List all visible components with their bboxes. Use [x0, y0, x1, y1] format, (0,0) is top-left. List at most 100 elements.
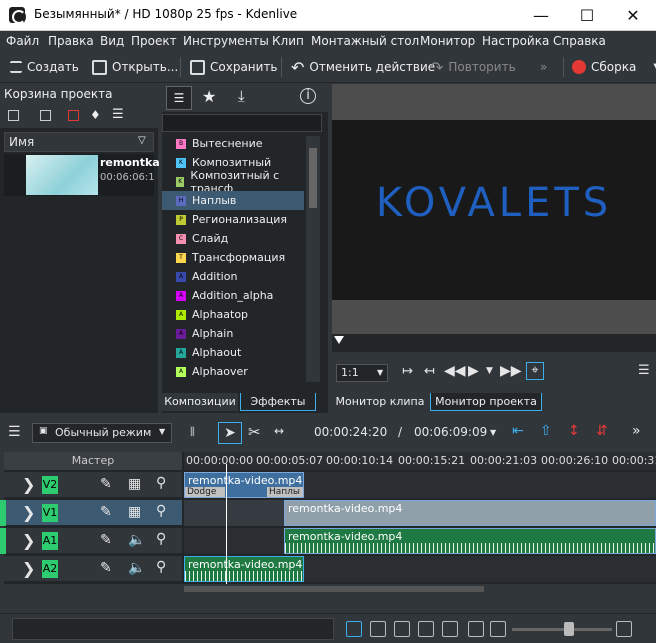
- effects-list-item[interactable]: H Наплыв: [162, 191, 304, 210]
- speaker-icon[interactable]: 🔈: [128, 532, 145, 548]
- expand-icon[interactable]: ❯: [22, 559, 35, 578]
- bin-clip-row[interactable]: remontka 00:06:06:1: [4, 154, 160, 196]
- tag-icon[interactable]: ♦: [90, 108, 101, 122]
- clip-a2[interactable]: remontka-video.mp4: [184, 556, 304, 582]
- expand-icon[interactable]: ❯: [22, 475, 35, 494]
- effects-list-item[interactable]: AAlphaxor: [162, 381, 304, 384]
- playhead[interactable]: [226, 464, 227, 584]
- toolbar-overflow-icon[interactable]: »: [540, 56, 547, 78]
- timeline-overflow-icon[interactable]: »: [632, 423, 641, 439]
- effects-list-item[interactable]: A Addition_alpha: [162, 286, 304, 305]
- zoom-in-icon[interactable]: [616, 621, 632, 637]
- expand-icon[interactable]: ❯: [22, 503, 35, 522]
- composite-icon[interactable]: [346, 621, 362, 637]
- master-button[interactable]: Мастер: [4, 452, 182, 470]
- new-button[interactable]: Создать: [10, 56, 79, 78]
- redo-button[interactable]: ↷ Повторить: [430, 56, 516, 78]
- film-icon[interactable]: [370, 621, 386, 637]
- render-button[interactable]: Сборка ▼: [572, 56, 656, 78]
- edit-mode-select[interactable]: ▣ Обычный режим ▼: [32, 423, 172, 443]
- composition-dissolve[interactable]: Наплы: [267, 487, 303, 497]
- effects-list-item[interactable]: K Композитный с трансф: [162, 169, 304, 195]
- composition-dodge[interactable]: Dodge: [185, 487, 225, 497]
- effects-scrollbar[interactable]: [306, 136, 320, 382]
- timeline-ruler[interactable]: 00:00:00:00 00:00:05:07 00:00:10:14 00:0…: [184, 452, 656, 470]
- effects-list-item[interactable]: C Слайд: [162, 229, 304, 248]
- effect-wand-icon[interactable]: ✎: [100, 560, 112, 576]
- cut-tool-icon[interactable]: ✂: [248, 423, 261, 441]
- lock-icon[interactable]: ⚲: [156, 559, 166, 575]
- zoom-select[interactable]: 1:1 ▼: [336, 364, 388, 382]
- effects-list-item[interactable]: A Alphain: [162, 324, 304, 343]
- rewind-icon[interactable]: ◀◀: [444, 363, 466, 379]
- save-button[interactable]: Сохранить: [190, 56, 278, 78]
- playhead-marker-icon[interactable]: [334, 336, 344, 344]
- clip-v2[interactable]: remontka-video.mp4 Dodge Наплы: [184, 472, 304, 498]
- extract-icon[interactable]: ↕: [568, 423, 580, 439]
- video-film-icon[interactable]: ▦: [128, 476, 141, 492]
- trash-icon[interactable]: [68, 110, 79, 121]
- info-icon[interactable]: i: [300, 88, 316, 104]
- menu-edit[interactable]: Правка: [48, 34, 94, 48]
- insert-icon[interactable]: ⇤: [512, 423, 524, 439]
- track-header-a2[interactable]: ❯ A2 ✎ 🔈 ⚲: [4, 556, 182, 582]
- minimize-button[interactable]: —: [518, 0, 564, 31]
- menu-clip[interactable]: Клип: [272, 34, 304, 48]
- clip-v1[interactable]: remontka-video.mp4: [284, 500, 656, 526]
- flag-icon[interactable]: [418, 621, 434, 637]
- track-header-v2[interactable]: ❯ V2 ✎ ▦ ⚲: [4, 472, 182, 498]
- menu-icon[interactable]: ☰: [638, 363, 650, 378]
- download-icon[interactable]: ⤓: [238, 87, 245, 105]
- select-tool-icon[interactable]: ➤: [218, 422, 242, 444]
- track-header-v1[interactable]: ❯ V1 ✎ ▦ ⚲: [0, 500, 182, 526]
- add-clip-icon[interactable]: [8, 110, 19, 121]
- tab-project-monitor[interactable]: Монитор проекта: [430, 393, 542, 411]
- folder-icon[interactable]: [40, 110, 51, 121]
- overwrite-icon[interactable]: ⇧: [540, 423, 552, 439]
- chevron-down-icon[interactable]: ▼: [486, 366, 493, 376]
- zoom-out-icon[interactable]: [490, 621, 506, 637]
- tab-compositions[interactable]: Композиции: [162, 393, 238, 411]
- effects-list-item[interactable]: P Регионализация: [162, 210, 304, 229]
- timeline-scrollbar[interactable]: [184, 586, 656, 592]
- audio-thumb-icon[interactable]: [394, 621, 410, 637]
- timecode-current[interactable]: 00:00:24:20: [314, 425, 387, 439]
- scrollbar-thumb[interactable]: [184, 586, 484, 592]
- star-icon[interactable]: ★: [202, 87, 216, 106]
- menu-settings[interactable]: Настройка: [482, 34, 549, 48]
- crop-icon[interactable]: ⌖: [526, 362, 544, 380]
- timeline-menu-icon[interactable]: ☰: [8, 424, 21, 440]
- effects-list-item[interactable]: A Addition: [162, 267, 304, 286]
- effect-wand-icon[interactable]: ✎: [100, 504, 112, 520]
- forward-icon[interactable]: ▶▶: [500, 363, 522, 379]
- razor-snap-icon[interactable]: ⧚: [190, 424, 195, 440]
- effects-list-item[interactable]: A Alphaover: [162, 362, 304, 381]
- lock-icon[interactable]: ⚲: [156, 503, 166, 519]
- menu-project[interactable]: Проект: [131, 34, 177, 48]
- speaker-icon[interactable]: 🔈: [128, 560, 145, 576]
- scrollbar-thumb[interactable]: [309, 148, 317, 208]
- effects-search-input[interactable]: [162, 114, 322, 132]
- effects-list-item[interactable]: A Alphaatop: [162, 305, 304, 324]
- spacer-tool-icon[interactable]: ↔: [274, 424, 284, 438]
- lock-icon[interactable]: ⚲: [156, 475, 166, 491]
- fit-zoom-icon[interactable]: [468, 621, 484, 637]
- menu-timeline[interactable]: Монтажный стол: [311, 34, 419, 48]
- menu-tools[interactable]: Инструменты: [183, 34, 269, 48]
- menu-help[interactable]: Справка: [553, 34, 606, 48]
- effects-list-item[interactable]: B Вытеснение: [162, 134, 304, 153]
- set-in-icon[interactable]: ↦: [402, 364, 413, 379]
- expand-icon[interactable]: ❯: [22, 531, 35, 550]
- zoom-slider[interactable]: [512, 622, 612, 636]
- play-icon[interactable]: ▶: [468, 363, 479, 379]
- undo-button[interactable]: ↶ Отменить действие: [291, 56, 435, 78]
- snap-icon[interactable]: [442, 621, 458, 637]
- tab-clip-monitor[interactable]: Монитор клипа: [332, 393, 428, 411]
- effects-list-item[interactable]: A Alphaout: [162, 343, 304, 362]
- tab-effects[interactable]: Эффекты: [240, 393, 316, 411]
- track-header-a1[interactable]: ❯ A1 ✎ 🔈 ⚲: [0, 528, 182, 554]
- menu-icon[interactable]: ☰: [112, 107, 124, 122]
- lock-icon[interactable]: ⚲: [156, 531, 166, 547]
- menu-monitor[interactable]: Монитор: [420, 34, 475, 48]
- zoom-slider-handle[interactable]: [564, 622, 574, 636]
